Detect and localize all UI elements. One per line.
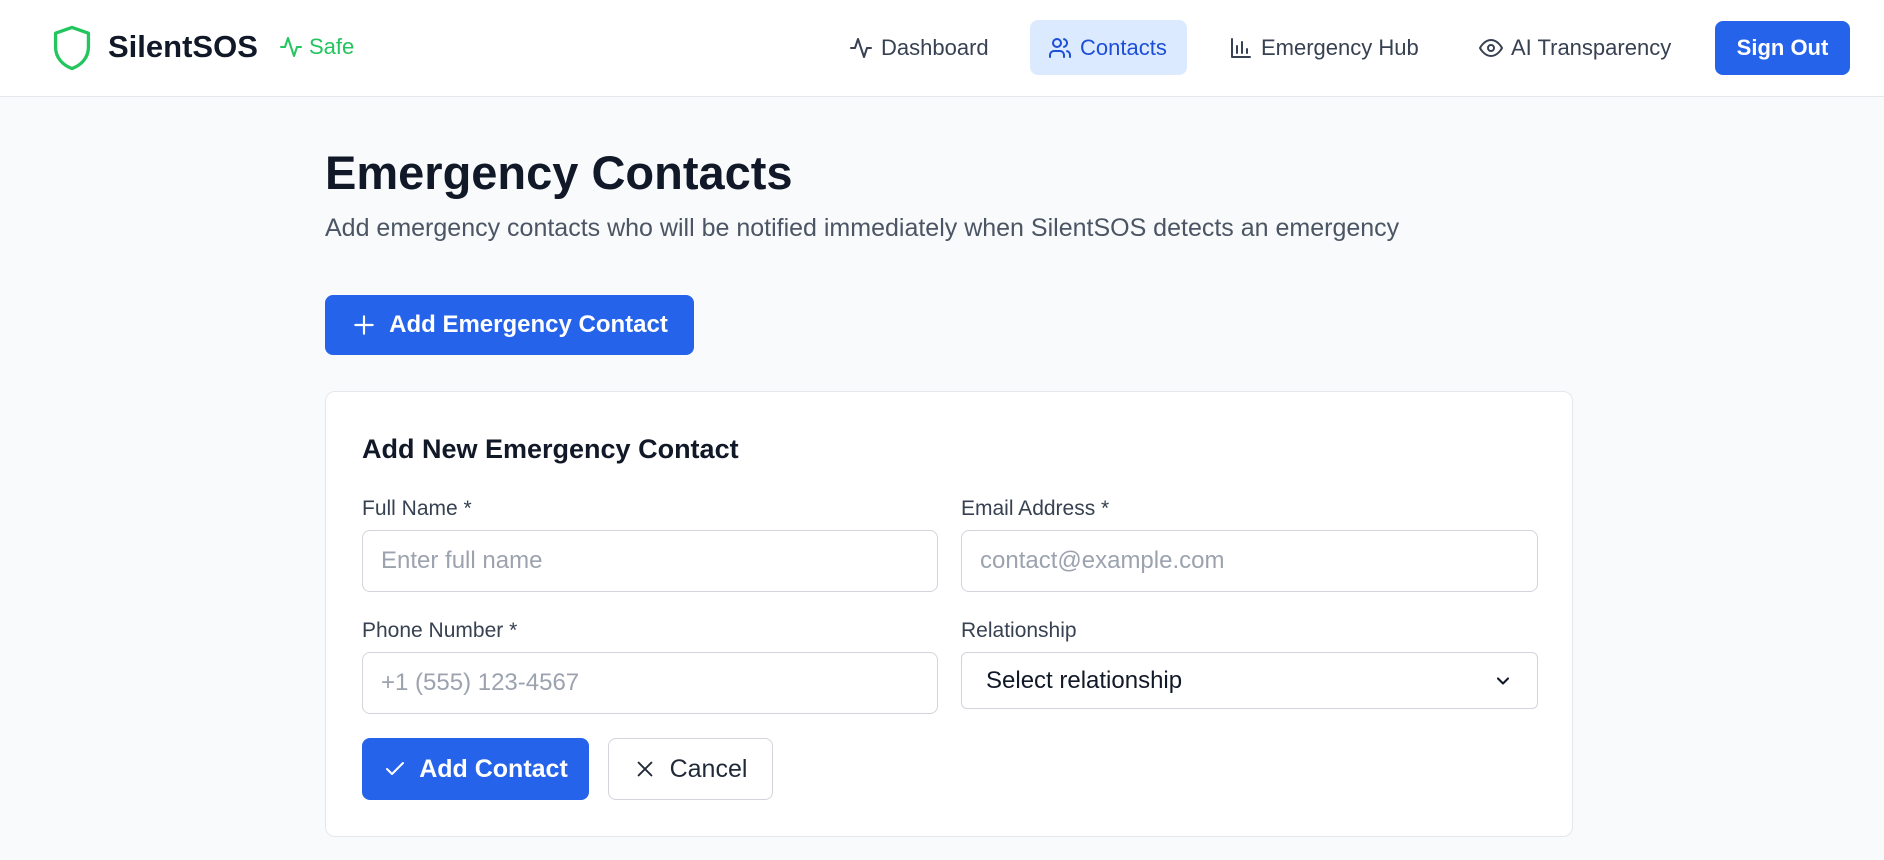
email-label: Email Address * [961, 497, 1110, 520]
add-contact-button[interactable]: Add Contact [362, 738, 589, 800]
add-emergency-contact-label: Add Emergency Contact [389, 311, 668, 338]
status-label: Safe [309, 34, 355, 59]
cancel-label: Cancel [669, 754, 748, 783]
phone-input[interactable] [362, 652, 938, 714]
check-icon [386, 762, 405, 775]
nav-item-label: Contacts [1080, 34, 1167, 60]
add-contact-label: Add Contact [419, 754, 568, 783]
sign-out-button[interactable]: Sign Out [1715, 21, 1850, 75]
nav-item-label: AI Transparency [1511, 34, 1672, 60]
relationship-selected-value: Select relationship [986, 666, 1183, 694]
add-contact-form-card: Add New Emergency Contact Full Name * Em… [325, 391, 1573, 837]
status-indicator: Safe [279, 34, 354, 60]
plus-icon [354, 315, 374, 335]
relationship-label: Relationship [961, 619, 1077, 642]
nav-item-contacts[interactable]: Contacts [1030, 20, 1187, 75]
page-title: Emergency Contacts [325, 146, 793, 199]
brand-logo[interactable] [52, 24, 92, 72]
bar-chart-icon [1231, 37, 1251, 58]
phone-label: Phone Number * [362, 619, 518, 642]
chevron-down-icon [1496, 676, 1510, 685]
brand-name: SilentSOS [108, 29, 258, 64]
nav-item-ai-transparency[interactable]: AI Transparency [1461, 20, 1689, 75]
eye-icon [1479, 38, 1503, 57]
activity-icon [280, 37, 302, 57]
relationship-select[interactable]: Select relationship [961, 652, 1538, 709]
page-subtitle: Add emergency contacts who will be notif… [325, 214, 1400, 242]
cancel-button[interactable]: Cancel [608, 738, 773, 800]
users-icon [1049, 37, 1071, 58]
full-name-input[interactable] [362, 530, 938, 592]
nav-item-dashboard[interactable]: Dashboard [831, 20, 1007, 75]
close-icon [637, 761, 652, 777]
add-emergency-contact-button[interactable]: Add Emergency Contact [325, 295, 694, 355]
full-name-label: Full Name * [362, 497, 472, 520]
activity-icon [850, 37, 872, 58]
top-navbar: SilentSOS Safe Dashboard Contacts Emerge… [0, 0, 1884, 97]
nav-item-label: Dashboard [881, 34, 989, 60]
nav-item-emergency-hub[interactable]: Emergency Hub [1211, 20, 1437, 75]
email-input[interactable] [961, 530, 1538, 592]
shield-icon [53, 25, 91, 71]
nav-item-label: Emergency Hub [1261, 34, 1419, 60]
form-title: Add New Emergency Contact [362, 434, 739, 464]
